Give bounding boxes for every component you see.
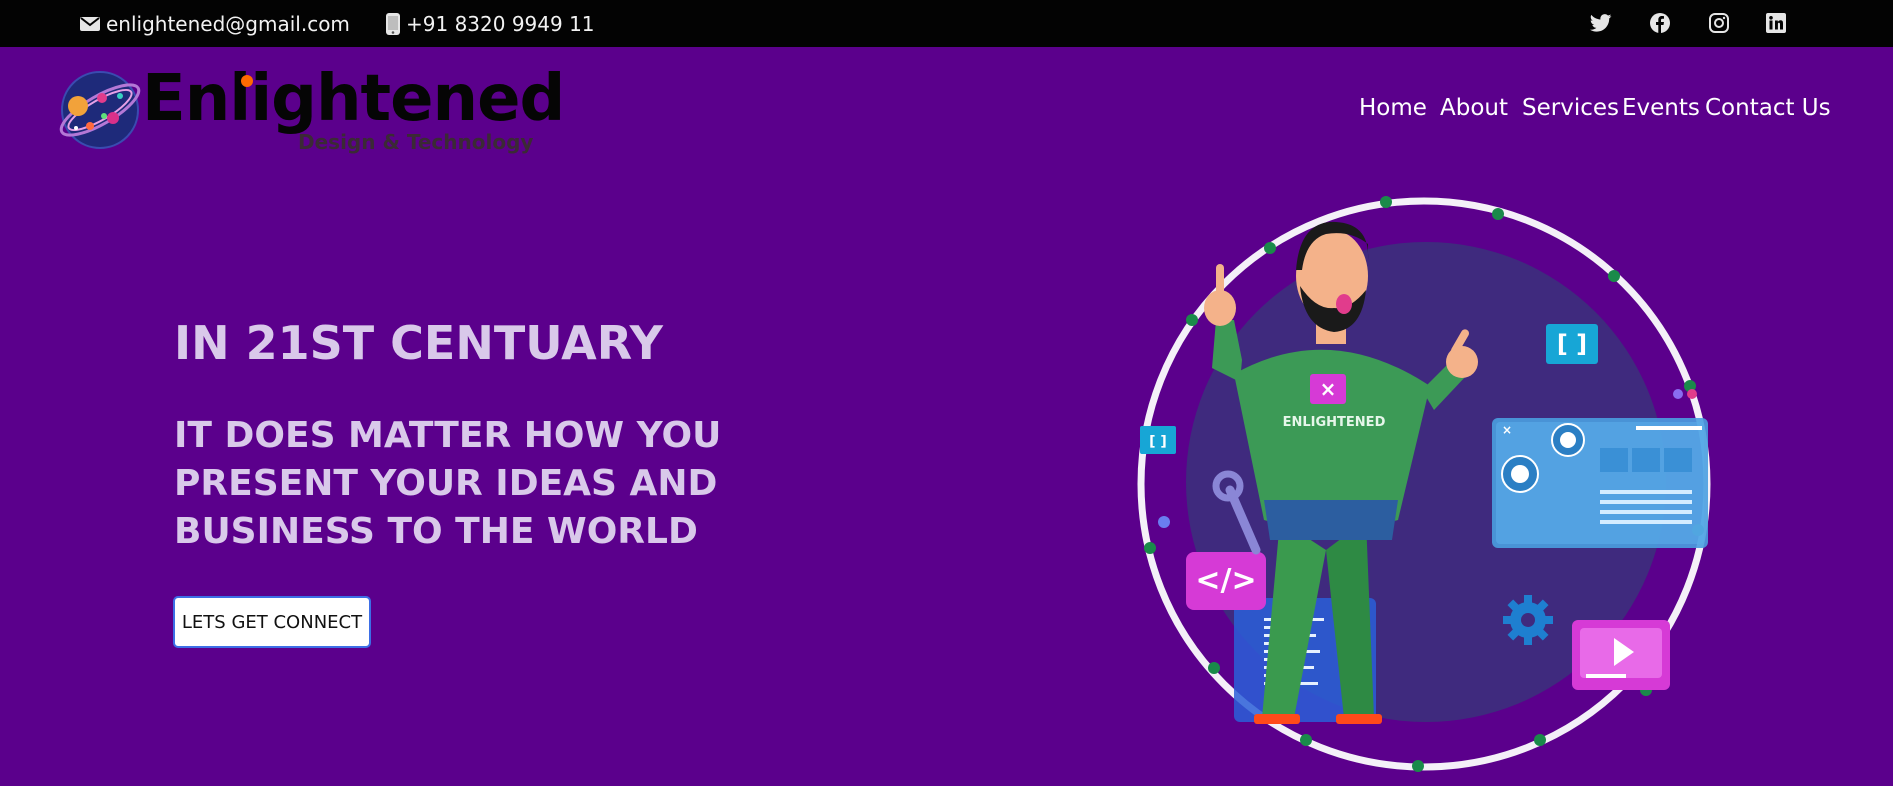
brackets-badge-icon: [ ] — [1546, 324, 1598, 364]
top-bar: enlightened@gmail.com +91 8320 9949 11 — [0, 0, 1893, 47]
svg-text:ENLIGHTENED: ENLIGHTENED — [1283, 415, 1386, 430]
gear-icon — [1503, 595, 1553, 645]
logo-tagline: Design & Technology — [298, 130, 534, 154]
hero-subtitle: IT DOES MATTER HOW YOU PRESENT YOUR IDEA… — [174, 415, 722, 552]
svg-text:</>: </> — [1195, 563, 1256, 598]
contact-phone[interactable]: +91 8320 9949 11 — [386, 0, 595, 47]
planet-logo-icon — [59, 71, 141, 149]
browser-window-icon: × — [1492, 418, 1708, 548]
lets-get-connect-button[interactable]: LETS GET CONNECT — [173, 596, 371, 648]
linkedin-icon[interactable] — [1764, 11, 1788, 35]
envelope-icon — [80, 16, 100, 32]
phone-text: +91 8320 9949 11 — [406, 11, 595, 36]
logo-wordmark: Enlightened — [142, 62, 565, 136]
svg-text:×: × — [1502, 423, 1512, 437]
facebook-icon[interactable] — [1648, 11, 1672, 35]
nav-home[interactable]: Home — [1359, 95, 1427, 121]
hero-title: IN 21ST CENTUARY — [174, 316, 663, 370]
nav-about[interactable]: About — [1440, 95, 1508, 121]
contact-email[interactable]: enlightened@gmail.com — [80, 0, 350, 47]
svg-text:[ ]: [ ] — [1149, 434, 1167, 450]
svg-text:[ ]: [ ] — [1557, 330, 1587, 358]
instagram-icon[interactable] — [1707, 11, 1731, 35]
brand-logo[interactable]: Enlightened Design & Technology — [58, 62, 565, 156]
nav-events[interactable]: Events — [1622, 95, 1700, 121]
svg-text:×: × — [1320, 377, 1337, 401]
mobile-phone-icon — [386, 12, 400, 35]
video-player-icon — [1572, 620, 1670, 690]
nav-services[interactable]: Services — [1522, 95, 1619, 121]
small-brackets-badge-icon: [ ] — [1140, 426, 1176, 454]
logo-dot-icon — [241, 75, 253, 87]
code-tag-badge-icon: </> — [1186, 552, 1266, 610]
nav-contact-us[interactable]: Contact Us — [1705, 95, 1831, 121]
twitter-icon[interactable] — [1589, 11, 1613, 35]
hero-illustration: [ ] [ ] × </> × ENLIGHTENED — [1137, 196, 1711, 772]
email-text: enlightened@gmail.com — [106, 11, 350, 36]
